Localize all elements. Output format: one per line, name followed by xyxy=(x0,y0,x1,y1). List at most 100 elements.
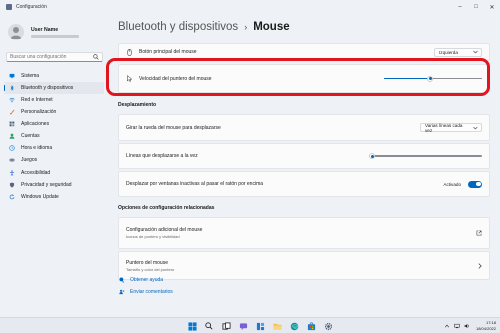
toggle-state-label: Activado xyxy=(443,181,461,187)
sidebar-item-aplicaciones[interactable]: Aplicaciones xyxy=(4,118,104,130)
slider-thumb[interactable] xyxy=(369,153,376,159)
sidebar-item-bluetooth[interactable]: Bluetooth y dispositivos xyxy=(4,82,104,94)
chevron-down-icon xyxy=(473,50,478,54)
search-box[interactable] xyxy=(6,52,103,62)
scroll-lines-setting: Líneas que desplazarse a la vez xyxy=(118,143,490,169)
related-item-sub: Tamaño y color del puntero xyxy=(126,266,175,272)
related-item-additional-mouse[interactable]: Configuración adicional del mouse Iconos… xyxy=(118,217,490,249)
settings-taskbar-button[interactable] xyxy=(323,321,333,331)
feedback-label: Enviar comentarios xyxy=(130,289,173,295)
scroll-wheel-value: Varias líneas cada vez xyxy=(425,122,463,133)
chevron-right-icon xyxy=(478,262,482,269)
start-button[interactable] xyxy=(187,321,197,331)
pointer-speed-slider[interactable] xyxy=(384,75,482,82)
related-item-sub: Iconos de puntero y visibilidad xyxy=(126,234,180,239)
page-title: Mouse xyxy=(253,21,290,33)
chevron-up-icon[interactable] xyxy=(444,323,450,329)
primary-button-value: Izquierda xyxy=(439,49,458,55)
slider-fill xyxy=(384,77,431,80)
settings-app-icon xyxy=(6,4,12,10)
sidebar-item-accesibilidad[interactable]: Accesibilidad xyxy=(4,167,104,179)
get-help-label: Obtener ayuda xyxy=(130,277,164,283)
scroll-section-title: Desplazamiento xyxy=(118,102,157,108)
sidebar-item-red[interactable]: Red e Internet xyxy=(4,94,104,106)
feedback-link[interactable]: Enviar comentarios xyxy=(119,289,173,295)
sidebar-item-privacidad[interactable]: Privacidad y seguridad xyxy=(4,179,104,191)
clock[interactable]: 17:18 18/04/2022 xyxy=(476,320,496,331)
breadcrumb: Bluetooth y dispositivos › Mouse xyxy=(118,21,290,33)
update-icon xyxy=(9,194,15,199)
related-item-label: Configuración adicional del mouse xyxy=(126,227,203,233)
primary-button-dropdown[interactable]: Izquierda xyxy=(434,47,482,57)
system-tray: 17:18 18/04/2022 xyxy=(440,320,496,331)
sidebar: User Name Sistema Bluetooth y dispositiv… xyxy=(0,14,108,317)
user-email-redacted xyxy=(31,34,79,38)
edge-button[interactable] xyxy=(289,321,299,331)
related-item-mouse-pointer[interactable]: Puntero del mouse Tamaño y color del pun… xyxy=(118,251,490,280)
user-name: User Name xyxy=(31,26,59,33)
widgets-button[interactable] xyxy=(255,321,265,331)
sidebar-item-label: Windows Update xyxy=(21,193,59,200)
close-button[interactable]: ✕ xyxy=(484,0,500,14)
sidebar-item-label: Accesibilidad xyxy=(21,169,51,176)
breadcrumb-separator: › xyxy=(244,22,248,32)
primary-button-label: Botón principal del mouse xyxy=(139,49,197,55)
related-section-title: Opciones de configuración relacionadas xyxy=(118,205,215,211)
maximize-button[interactable]: □ xyxy=(468,0,484,14)
store-button[interactable] xyxy=(306,321,316,331)
slider-thumb[interactable] xyxy=(427,75,434,82)
apps-icon xyxy=(9,121,15,127)
sidebar-item-label: Personalización xyxy=(21,109,57,116)
sidebar-item-hora[interactable]: Hora e idioma xyxy=(4,143,104,155)
task-view-button[interactable] xyxy=(221,321,231,331)
inactive-scroll-toggle[interactable] xyxy=(468,180,482,188)
breadcrumb-parent[interactable]: Bluetooth y dispositivos xyxy=(118,21,238,33)
sidebar-item-windows-update[interactable]: Windows Update xyxy=(4,191,104,203)
get-help-link[interactable]: Obtener ayuda xyxy=(119,277,163,283)
chat-button[interactable] xyxy=(238,321,248,331)
shield-icon xyxy=(9,182,15,188)
sidebar-item-juegos[interactable]: Juegos xyxy=(4,155,104,167)
search-icon[interactable] xyxy=(93,54,99,60)
file-explorer-button[interactable] xyxy=(272,321,282,331)
store-icon xyxy=(307,321,315,330)
sidebar-item-label: Cuentas xyxy=(21,133,40,140)
sidebar-item-label: Privacidad y seguridad xyxy=(21,181,72,188)
search-icon xyxy=(205,322,213,330)
taskbar: 17:18 18/04/2022 xyxy=(0,317,500,333)
person-icon xyxy=(9,133,15,139)
network-icon[interactable] xyxy=(454,323,460,329)
brush-icon xyxy=(10,109,15,115)
scroll-wheel-dropdown[interactable]: Varias líneas cada vez xyxy=(420,122,482,133)
sidebar-item-label: Juegos xyxy=(21,157,38,164)
scroll-lines-slider[interactable] xyxy=(369,153,482,159)
clock-date: 18/04/2022 xyxy=(475,325,496,331)
sidebar-item-personalizacion[interactable]: Personalización xyxy=(4,106,104,118)
task-view-icon xyxy=(221,321,231,330)
cursor-icon xyxy=(127,75,133,82)
title-bar: Configuración – □ ✕ xyxy=(0,0,500,14)
avatar xyxy=(8,24,24,40)
inactive-scroll-toggle-wrap[interactable]: Activado xyxy=(443,180,482,188)
wifi-icon xyxy=(9,98,15,103)
globe-clock-icon xyxy=(9,145,15,152)
taskbar-search-button[interactable] xyxy=(204,321,214,331)
scroll-lines-label: Líneas que desplazarse a la vez xyxy=(126,153,198,159)
main-content: Bluetooth y dispositivos › Mouse Botón p… xyxy=(116,14,494,317)
inactive-scroll-setting: Desplazar por ventanas inactivas al pasa… xyxy=(118,171,490,197)
sidebar-item-label: Aplicaciones xyxy=(21,121,50,128)
edge-browser-icon xyxy=(290,322,298,330)
minimize-button[interactable]: – xyxy=(452,0,468,14)
user-profile[interactable]: User Name xyxy=(8,24,79,40)
related-item-label: Puntero del mouse xyxy=(126,259,168,266)
gamepad-icon xyxy=(9,159,15,162)
chat-icon xyxy=(239,322,247,330)
search-input[interactable] xyxy=(10,54,90,60)
volume-icon[interactable] xyxy=(464,323,470,329)
sidebar-item-sistema[interactable]: Sistema xyxy=(4,70,104,82)
pointer-speed-label: Velocidad del puntero del mouse xyxy=(139,75,212,82)
inactive-scroll-label: Desplazar por ventanas inactivas al pasa… xyxy=(126,181,264,187)
help-icon xyxy=(119,277,125,283)
bluetooth-icon xyxy=(10,85,14,91)
sidebar-item-cuentas[interactable]: Cuentas xyxy=(4,130,104,142)
